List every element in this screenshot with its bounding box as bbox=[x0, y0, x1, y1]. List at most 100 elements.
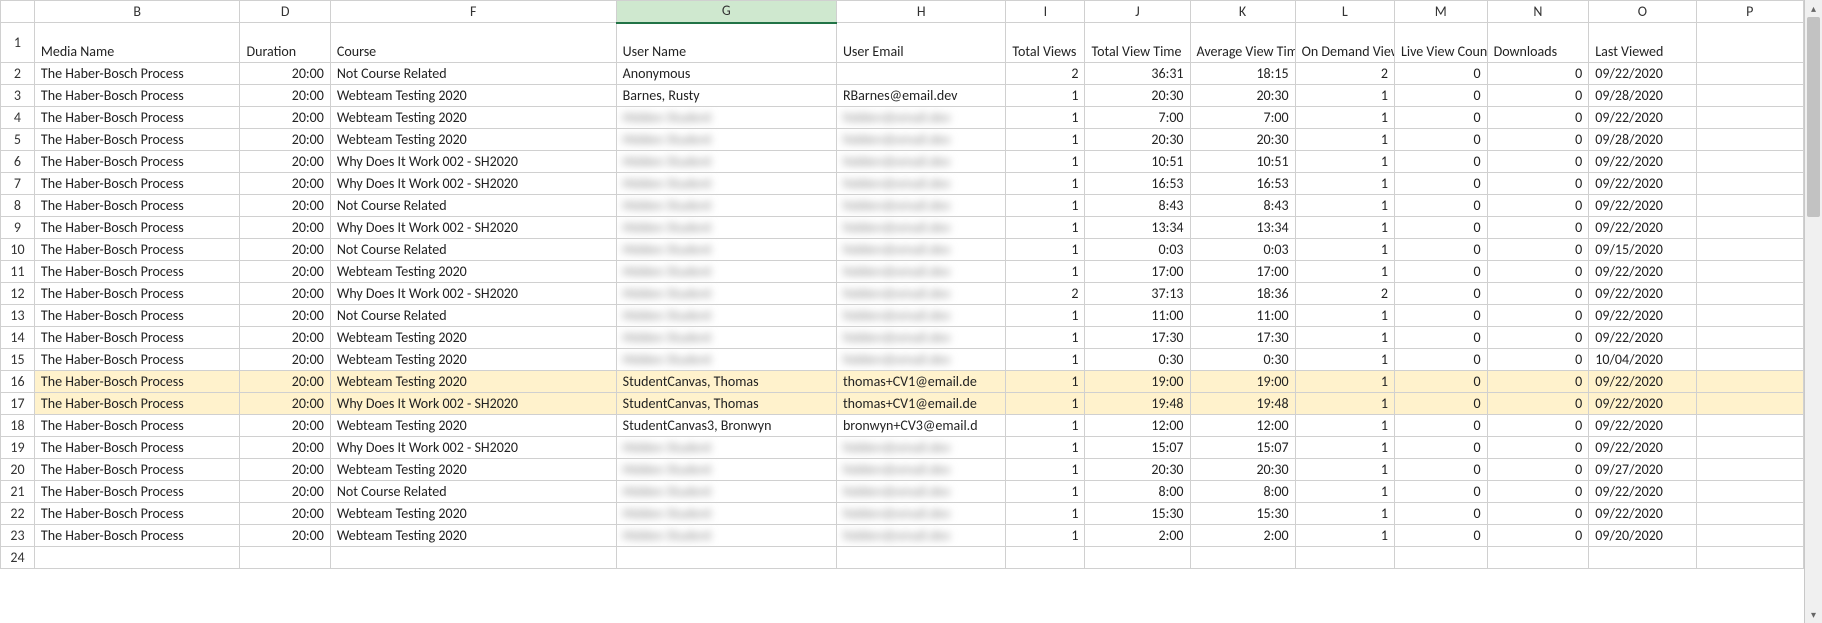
cell-downloads[interactable]: 0 bbox=[1487, 481, 1589, 503]
row-header-12[interactable]: 12 bbox=[1, 283, 35, 305]
cell-last-viewed[interactable]: 09/27/2020 bbox=[1589, 459, 1696, 481]
cell-user-email[interactable]: bronwyn+CV3@email.d bbox=[836, 415, 1005, 437]
header-total-views[interactable]: Total Views bbox=[1006, 23, 1085, 63]
cell-user-email[interactable]: hidden@email.dev bbox=[836, 151, 1005, 173]
select-all-corner[interactable] bbox=[1, 1, 35, 23]
cell-total-views[interactable]: 1 bbox=[1006, 261, 1085, 283]
cell-duration[interactable]: 20:00 bbox=[240, 107, 330, 129]
cell-live-view-count[interactable]: 0 bbox=[1394, 85, 1487, 107]
col-header-N[interactable]: N bbox=[1487, 1, 1589, 23]
empty-cell[interactable] bbox=[240, 547, 330, 569]
cell-on-demand-views[interactable]: 1 bbox=[1295, 217, 1394, 239]
row-header-9[interactable]: 9 bbox=[1, 217, 35, 239]
cell-user-name[interactable]: Hidden Student bbox=[616, 261, 836, 283]
cell-downloads[interactable]: 0 bbox=[1487, 327, 1589, 349]
cell-user-name[interactable]: Anonymous bbox=[616, 63, 836, 85]
cell-last-viewed[interactable]: 09/22/2020 bbox=[1589, 481, 1696, 503]
cell-user-name[interactable]: Hidden Student bbox=[616, 349, 836, 371]
cell-media-name[interactable]: The Haber-Bosch Process bbox=[34, 173, 240, 195]
cell-empty-p[interactable] bbox=[1696, 415, 1803, 437]
header-on-demand-views[interactable]: On Demand Views bbox=[1295, 23, 1394, 63]
cell-average-view-time[interactable]: 8:43 bbox=[1190, 195, 1295, 217]
cell-user-email[interactable]: hidden@email.dev bbox=[836, 525, 1005, 547]
cell-average-view-time[interactable]: 8:00 bbox=[1190, 481, 1295, 503]
cell-downloads[interactable]: 0 bbox=[1487, 261, 1589, 283]
header-last-viewed[interactable]: Last Viewed bbox=[1589, 23, 1696, 63]
cell-media-name[interactable]: The Haber-Bosch Process bbox=[34, 305, 240, 327]
scroll-down-arrow-icon[interactable]: ▾ bbox=[1805, 606, 1822, 623]
cell-live-view-count[interactable]: 0 bbox=[1394, 459, 1487, 481]
row-header-19[interactable]: 19 bbox=[1, 437, 35, 459]
cell-empty-p[interactable] bbox=[1696, 525, 1803, 547]
cell-total-view-time[interactable]: 12:00 bbox=[1085, 415, 1190, 437]
cell-user-email[interactable]: thomas+CV1@email.de bbox=[836, 371, 1005, 393]
cell-total-view-time[interactable]: 20:30 bbox=[1085, 459, 1190, 481]
cell-last-viewed[interactable]: 09/22/2020 bbox=[1589, 107, 1696, 129]
cell-live-view-count[interactable]: 0 bbox=[1394, 393, 1487, 415]
cell-total-view-time[interactable]: 20:30 bbox=[1085, 129, 1190, 151]
cell-on-demand-views[interactable]: 2 bbox=[1295, 63, 1394, 85]
cell-on-demand-views[interactable]: 1 bbox=[1295, 305, 1394, 327]
cell-average-view-time[interactable]: 7:00 bbox=[1190, 107, 1295, 129]
cell-total-views[interactable]: 1 bbox=[1006, 305, 1085, 327]
cell-course[interactable]: Not Course Related bbox=[330, 63, 616, 85]
cell-average-view-time[interactable]: 11:00 bbox=[1190, 305, 1295, 327]
cell-live-view-count[interactable]: 0 bbox=[1394, 217, 1487, 239]
cell-course[interactable]: Why Does It Work 002 - SH2020 bbox=[330, 393, 616, 415]
cell-on-demand-views[interactable]: 1 bbox=[1295, 239, 1394, 261]
header-downloads[interactable]: Downloads bbox=[1487, 23, 1589, 63]
cell-empty-p[interactable] bbox=[1696, 195, 1803, 217]
cell-media-name[interactable]: The Haber-Bosch Process bbox=[34, 151, 240, 173]
cell-user-name[interactable]: Hidden Student bbox=[616, 151, 836, 173]
cell-average-view-time[interactable]: 20:30 bbox=[1190, 459, 1295, 481]
cell-total-views[interactable]: 2 bbox=[1006, 63, 1085, 85]
cell-duration[interactable]: 20:00 bbox=[240, 63, 330, 85]
col-header-H[interactable]: H bbox=[836, 1, 1005, 23]
row-header-18[interactable]: 18 bbox=[1, 415, 35, 437]
cell-empty-p[interactable] bbox=[1696, 217, 1803, 239]
cell-media-name[interactable]: The Haber-Bosch Process bbox=[34, 327, 240, 349]
row-header-7[interactable]: 7 bbox=[1, 173, 35, 195]
cell-user-name[interactable]: Hidden Student bbox=[616, 525, 836, 547]
cell-total-view-time[interactable]: 16:53 bbox=[1085, 173, 1190, 195]
cell-total-views[interactable]: 1 bbox=[1006, 481, 1085, 503]
spreadsheet-grid[interactable]: B D F G H I J K L M N O P 1 Media Name D… bbox=[0, 0, 1822, 623]
col-header-D[interactable]: D bbox=[240, 1, 330, 23]
row-header-3[interactable]: 3 bbox=[1, 85, 35, 107]
cell-user-email[interactable]: hidden@email.dev bbox=[836, 327, 1005, 349]
cell-total-views[interactable]: 1 bbox=[1006, 239, 1085, 261]
cell-user-email[interactable]: thomas+CV1@email.de bbox=[836, 393, 1005, 415]
cell-last-viewed[interactable]: 09/22/2020 bbox=[1589, 371, 1696, 393]
row-header-4[interactable]: 4 bbox=[1, 107, 35, 129]
empty-cell[interactable] bbox=[1295, 547, 1394, 569]
cell-course[interactable]: Why Does It Work 002 - SH2020 bbox=[330, 173, 616, 195]
empty-cell[interactable] bbox=[1006, 547, 1085, 569]
cell-total-views[interactable]: 1 bbox=[1006, 415, 1085, 437]
cell-user-name[interactable]: StudentCanvas3, Bronwyn bbox=[616, 415, 836, 437]
cell-total-views[interactable]: 1 bbox=[1006, 195, 1085, 217]
cell-live-view-count[interactable]: 0 bbox=[1394, 415, 1487, 437]
cell-last-viewed[interactable]: 09/22/2020 bbox=[1589, 415, 1696, 437]
cell-on-demand-views[interactable]: 1 bbox=[1295, 85, 1394, 107]
cell-course[interactable]: Why Does It Work 002 - SH2020 bbox=[330, 151, 616, 173]
cell-user-name[interactable]: StudentCanvas, Thomas bbox=[616, 371, 836, 393]
cell-average-view-time[interactable]: 20:30 bbox=[1190, 85, 1295, 107]
cell-downloads[interactable]: 0 bbox=[1487, 459, 1589, 481]
cell-last-viewed[interactable]: 09/22/2020 bbox=[1589, 217, 1696, 239]
row-header-5[interactable]: 5 bbox=[1, 129, 35, 151]
cell-course[interactable]: Not Course Related bbox=[330, 195, 616, 217]
cell-course[interactable]: Why Does It Work 002 - SH2020 bbox=[330, 283, 616, 305]
cell-average-view-time[interactable]: 0:30 bbox=[1190, 349, 1295, 371]
cell-average-view-time[interactable]: 15:30 bbox=[1190, 503, 1295, 525]
cell-average-view-time[interactable]: 16:53 bbox=[1190, 173, 1295, 195]
cell-downloads[interactable]: 0 bbox=[1487, 195, 1589, 217]
cell-downloads[interactable]: 0 bbox=[1487, 63, 1589, 85]
cell-on-demand-views[interactable]: 1 bbox=[1295, 481, 1394, 503]
cell-user-email[interactable]: hidden@email.dev bbox=[836, 503, 1005, 525]
cell-total-view-time[interactable]: 13:34 bbox=[1085, 217, 1190, 239]
cell-duration[interactable]: 20:00 bbox=[240, 305, 330, 327]
cell-average-view-time[interactable]: 19:00 bbox=[1190, 371, 1295, 393]
empty-cell[interactable] bbox=[1696, 547, 1803, 569]
row-header-22[interactable]: 22 bbox=[1, 503, 35, 525]
cell-duration[interactable]: 20:00 bbox=[240, 195, 330, 217]
